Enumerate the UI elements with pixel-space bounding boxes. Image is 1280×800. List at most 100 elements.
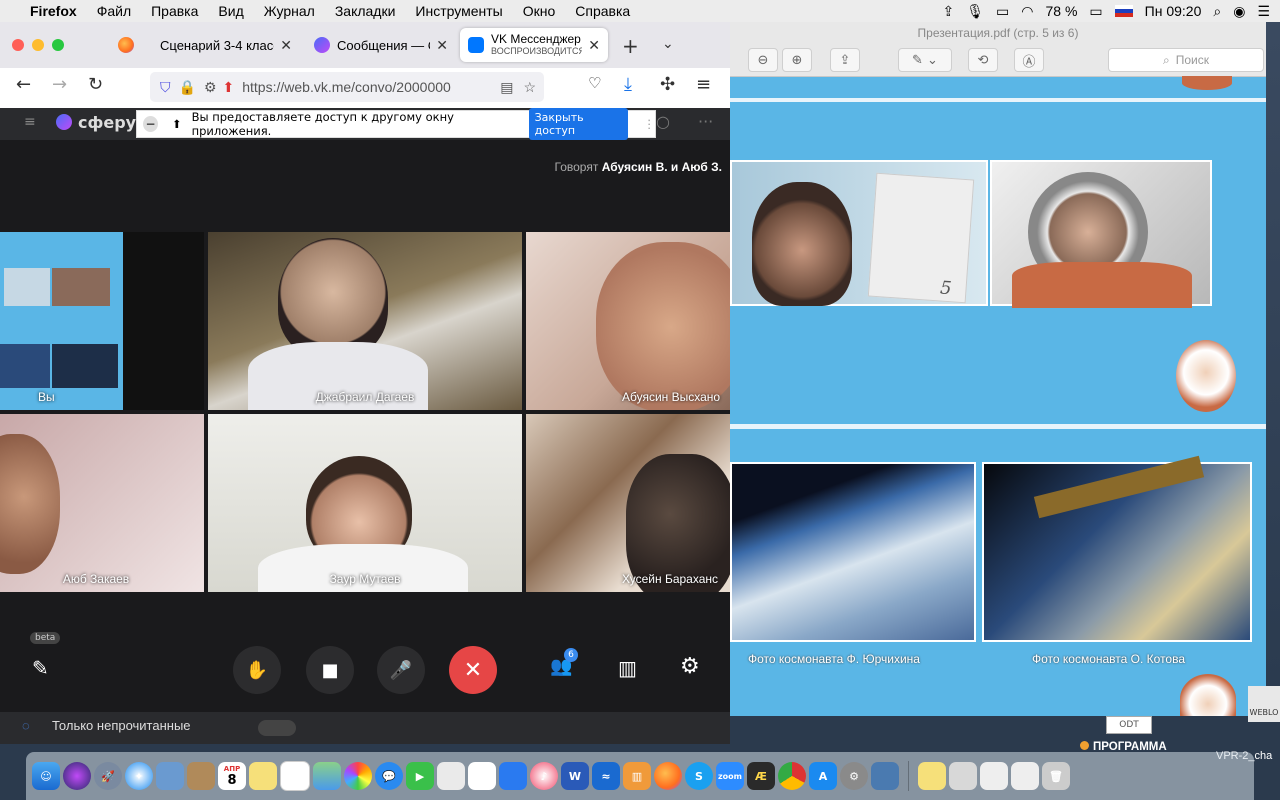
forward-button[interactable]: → [52, 74, 67, 95]
participants-button[interactable]: 👥 6 [550, 648, 578, 677]
downloads-icon[interactable]: ⤓ [624, 74, 632, 95]
system-preferences-icon[interactable]: ⚙ [840, 762, 868, 790]
unread-only-toggle[interactable] [258, 720, 296, 736]
notification-center-icon[interactable]: ☰ [1257, 3, 1270, 20]
flag-icon[interactable] [1114, 5, 1133, 17]
back-button[interactable]: ← [16, 74, 31, 95]
participant-tile[interactable]: Заур Мутаев [208, 414, 522, 592]
url-text[interactable]: https://web.vk.me/convo/2000000 [242, 79, 490, 95]
safari-icon[interactable]: ✦ [125, 762, 153, 790]
weblo-file-icon[interactable]: WEBLO [1248, 686, 1280, 722]
tab-scenario[interactable]: Сценарий 3-4 класс ✕ [152, 28, 300, 62]
pencil-icon[interactable]: ✎ [32, 656, 49, 680]
url-bar[interactable]: ⛉ 🔒 ⚙ ⬆ https://web.vk.me/convo/2000000 … [150, 72, 544, 102]
menu-history[interactable]: Журнал [254, 3, 325, 19]
battery-percent[interactable]: 78 % [1046, 3, 1078, 19]
reminders-icon[interactable] [280, 761, 310, 791]
screen-share-icon[interactable]: ▭ [996, 3, 1009, 20]
tab-messages[interactable]: Сообщения — Сф ✕ [306, 28, 456, 62]
tab-vk-messenger[interactable]: VK Мессенджер ВОСПРОИЗВОДИТСЯ ✕ [460, 28, 608, 62]
lock-icon[interactable]: 🔒 [179, 79, 196, 96]
facetime-icon[interactable]: ▶ [406, 762, 434, 790]
stop-sharing-button[interactable]: Закрыть доступ [528, 108, 628, 140]
minimize-window-button[interactable] [32, 39, 44, 51]
music-icon[interactable]: ♪ [530, 762, 558, 790]
photos-icon[interactable] [344, 762, 372, 790]
zoom-out-icon[interactable]: ⊖ [748, 48, 778, 72]
image-capture-icon[interactable] [871, 762, 899, 790]
clock[interactable]: Пн 09:20 [1145, 3, 1202, 19]
minimize-bar-icon[interactable]: − [143, 116, 158, 132]
share-icon[interactable]: ⇪ [830, 48, 860, 72]
list-tabs-chevron-icon[interactable]: ⌄ [662, 36, 674, 52]
notes-book-icon[interactable] [187, 762, 215, 790]
stack-folder-icon[interactable] [918, 762, 946, 790]
menu-firefox[interactable]: Firefox [20, 3, 87, 19]
search-input[interactable]: ⌕ Поиск [1108, 48, 1264, 72]
annotate-icon[interactable]: Ⓐ [1014, 48, 1044, 72]
battery-icon[interactable]: ▭ [1089, 3, 1102, 20]
zoom-in-icon[interactable]: ⊕ [782, 48, 812, 72]
participant-tile[interactable]: Хусейн Бараханс [526, 414, 730, 592]
calendar-icon[interactable]: АПР 8 [218, 762, 246, 790]
layout-grid-icon[interactable]: ▥ [618, 656, 637, 680]
menu-window[interactable]: Окно [513, 3, 566, 19]
reload-button[interactable]: ↻ [88, 74, 103, 95]
bookmark-star-icon[interactable]: ☆ [523, 79, 536, 96]
close-window-button[interactable] [12, 39, 24, 51]
close-tab-icon[interactable]: ✕ [588, 37, 600, 54]
menu-file[interactable]: Файл [87, 3, 141, 19]
siri-icon[interactable]: ◉ [1233, 3, 1245, 20]
pocket-icon[interactable]: ♡ [588, 74, 601, 92]
tracking-shield-icon[interactable]: ⛉ [160, 79, 171, 96]
keynote-icon[interactable] [499, 762, 527, 790]
menu-edit[interactable]: Правка [141, 3, 208, 19]
close-tab-icon[interactable]: ✕ [436, 37, 448, 54]
drag-handle-icon[interactable]: ⋮ [644, 117, 656, 131]
numbers-icon[interactable]: ▮ [468, 762, 496, 790]
zoom-app-icon[interactable]: zoom [716, 762, 744, 790]
trash-icon[interactable]: 🗑 [1042, 762, 1070, 790]
close-tab-icon[interactable]: ✕ [280, 37, 292, 54]
preview-app-icon[interactable] [156, 762, 184, 790]
launchpad-icon[interactable]: 🚀 [94, 762, 122, 790]
participant-tile[interactable]: Джабраил Дагаев [208, 232, 522, 410]
menu-tools[interactable]: Инструменты [405, 3, 512, 19]
firefox-view-icon[interactable] [118, 37, 134, 53]
settings-gear-icon[interactable]: ⚙ [680, 654, 700, 679]
messages-icon[interactable]: 💬 [375, 762, 403, 790]
participant-tile[interactable]: Аюб Закаев [0, 414, 204, 592]
reader-view-icon[interactable]: ▤ [500, 79, 513, 96]
notes-icon[interactable] [249, 762, 277, 790]
markup-pen-icon[interactable]: ✎ ⌄ [898, 48, 952, 72]
participant-tile[interactable]: Абуясин Высхано [526, 232, 730, 410]
permissions-icon[interactable]: ⚙ [204, 79, 217, 96]
siri-icon[interactable] [63, 762, 91, 790]
camera-button[interactable]: ■ [306, 646, 354, 694]
more-options-icon[interactable]: ··· [698, 112, 713, 131]
odt-file-icon[interactable]: ODT [1106, 716, 1152, 734]
rotate-icon[interactable]: ⟲ [968, 48, 998, 72]
upload-status-icon[interactable]: ⇪ [943, 3, 955, 20]
new-tab-button[interactable]: + [622, 34, 639, 58]
skype-icon[interactable]: S [685, 762, 713, 790]
zoom-window-button[interactable] [52, 39, 64, 51]
downloads-stack-icon[interactable] [1011, 762, 1039, 790]
menu-bookmarks[interactable]: Закладки [325, 3, 406, 19]
raise-hand-button[interactable]: ✋ [233, 646, 281, 694]
pages-icon[interactable] [437, 762, 465, 790]
menu-help[interactable]: Справка [565, 3, 640, 19]
wifi-icon[interactable]: ◠ [1021, 3, 1033, 20]
books-icon[interactable]: ▥ [623, 762, 651, 790]
stack-screenshot-icon[interactable] [980, 762, 1008, 790]
firefox-icon[interactable] [654, 762, 682, 790]
app-menu-icon[interactable]: ≡ [696, 74, 711, 95]
font-app-icon[interactable]: Æ [747, 762, 775, 790]
screen-share-indicator-icon[interactable]: ⬆ [223, 79, 235, 96]
hamburger-icon[interactable]: ≡ [24, 114, 36, 130]
end-call-button[interactable]: ✕ [449, 646, 497, 694]
spotlight-icon[interactable]: ⌕ [1213, 3, 1221, 20]
participant-tile-self[interactable]: Вы [0, 232, 204, 410]
extensions-icon[interactable]: ✣ [660, 74, 675, 95]
menu-view[interactable]: Вид [208, 3, 253, 19]
